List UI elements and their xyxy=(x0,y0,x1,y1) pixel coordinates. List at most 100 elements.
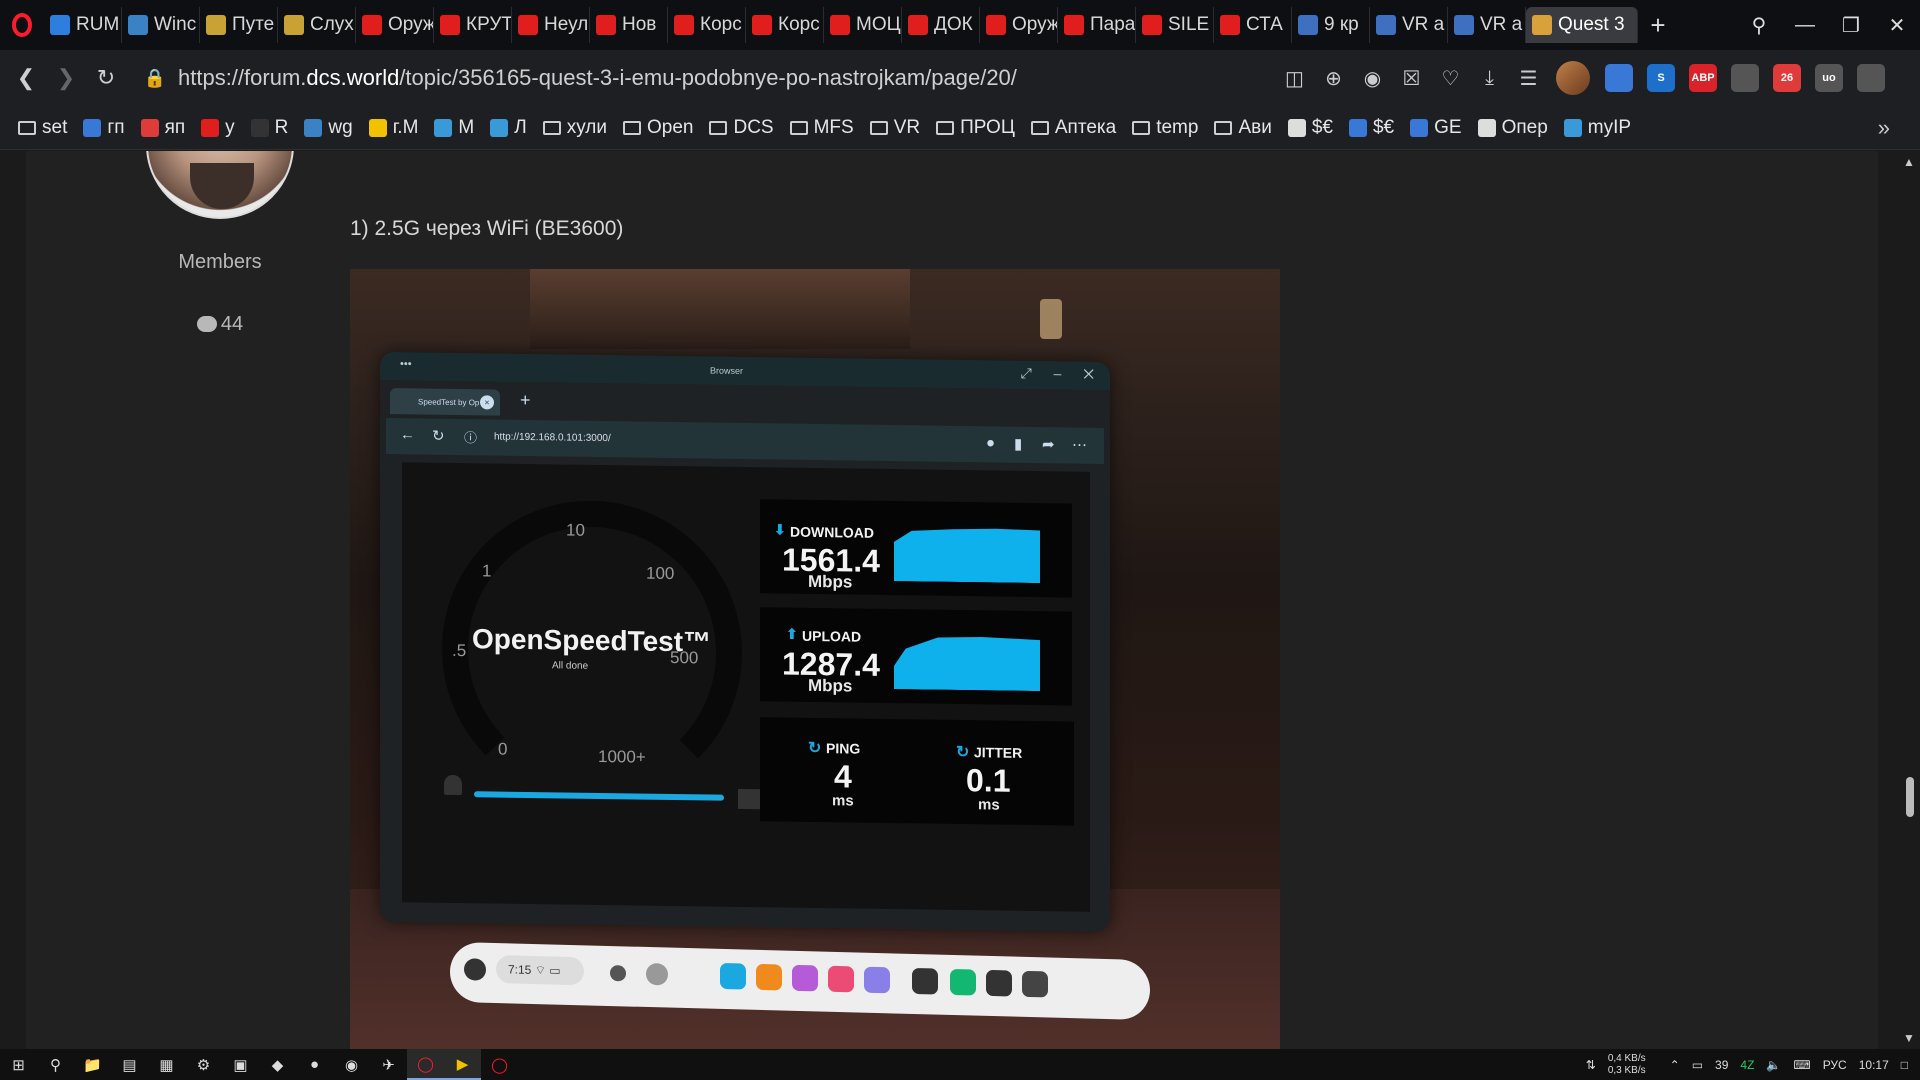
browser-tab[interactable]: Пара xyxy=(1058,7,1136,43)
bookmark-item[interactable]: $€ xyxy=(1287,117,1333,139)
bookmark-item[interactable]: MFS xyxy=(789,117,854,139)
bookmark-item[interactable]: Аптека xyxy=(1030,117,1116,139)
reader-mode-icon[interactable]: ◫ xyxy=(1275,66,1314,91)
extension-icon[interactable] xyxy=(1857,64,1885,92)
bookmarks-more-icon[interactable]: » xyxy=(1878,115,1890,141)
bookmark-item[interactable]: R xyxy=(250,117,288,139)
file-explorer-icon[interactable]: 📁 xyxy=(74,1049,111,1080)
browser-tab[interactable]: Quest 3 xyxy=(1526,7,1638,43)
speedtest-screenshot[interactable]: ••• Browser ⤢ – ✕ SpeedTest by Op × + ← ↻… xyxy=(350,269,1280,1049)
keyboard-icon[interactable]: ⌨ xyxy=(1793,1058,1810,1072)
bookmark-item[interactable]: у xyxy=(201,117,235,139)
snapshot-icon[interactable]: ◉ xyxy=(1353,66,1392,91)
display-icon[interactable]: ▭ xyxy=(1692,1058,1703,1072)
bookmark-item[interactable]: гп xyxy=(83,117,125,139)
extension-icon[interactable] xyxy=(1605,64,1633,92)
bookmark-item[interactable]: set xyxy=(18,117,67,139)
heart-icon[interactable]: ♡ xyxy=(1431,66,1470,91)
browser-tab[interactable]: 9 кр xyxy=(1292,7,1370,43)
search-icon[interactable]: ⚲ xyxy=(37,1049,74,1080)
scroll-up-icon[interactable]: ▲ xyxy=(1903,155,1915,169)
new-tab-button[interactable]: + xyxy=(1638,7,1678,43)
volume-icon[interactable]: 🔈 xyxy=(1766,1058,1781,1072)
browser-tab[interactable]: Корс xyxy=(668,7,746,43)
extension-icon[interactable] xyxy=(1731,64,1759,92)
user-avatar[interactable] xyxy=(146,151,294,219)
download-icon[interactable]: ⤓ xyxy=(1470,67,1509,90)
browser-tab[interactable]: VR a xyxy=(1448,7,1526,43)
bookmark-item[interactable]: г.М xyxy=(368,117,418,139)
scroll-down-icon[interactable]: ▼ xyxy=(1903,1031,1915,1045)
browser-tab[interactable]: Корс xyxy=(746,7,824,43)
browser-tab[interactable]: МОЦ xyxy=(824,7,902,43)
extension-icon[interactable]: S xyxy=(1647,64,1675,92)
bookmark-item[interactable]: Ави xyxy=(1214,117,1272,139)
browser-tab[interactable]: Winc xyxy=(122,7,200,43)
opera-taskbar-icon[interactable]: ◯ xyxy=(407,1049,444,1080)
globe-icon[interactable]: ● xyxy=(296,1049,333,1080)
bookmark-item[interactable]: DCS xyxy=(709,117,774,139)
browser-tab[interactable]: СТА xyxy=(1214,7,1292,43)
notifications-icon[interactable]: □ xyxy=(1901,1058,1908,1072)
browser-tab[interactable]: Слух xyxy=(278,7,356,43)
clock[interactable]: 10:17 xyxy=(1859,1058,1889,1072)
extension-icon[interactable]: ABP xyxy=(1689,64,1717,92)
bookmark-item[interactable]: яп xyxy=(140,117,185,139)
bookmark-item[interactable]: Л xyxy=(490,117,527,139)
bookmark-item[interactable]: wg xyxy=(304,117,353,139)
bookmark-item[interactable]: GE xyxy=(1410,117,1462,139)
browser-tab[interactable]: ДОК xyxy=(902,7,980,43)
zoom-icon[interactable]: ⊕ xyxy=(1314,66,1353,91)
bookmark-item[interactable]: myIP xyxy=(1563,117,1631,139)
bookmark-item[interactable]: $€ xyxy=(1348,117,1394,139)
forward-button[interactable]: ❯ xyxy=(46,65,86,91)
app-icon[interactable]: ◆ xyxy=(259,1049,296,1080)
extension-icon[interactable]: 26 xyxy=(1773,64,1801,92)
lock-icon[interactable]: 🔒 xyxy=(140,68,170,89)
language-indicator[interactable]: РУС xyxy=(1823,1058,1847,1072)
opera-gx-icon[interactable]: ◯ xyxy=(481,1049,518,1080)
browser-tab[interactable]: Оруж xyxy=(980,7,1058,43)
close-button[interactable]: ✕ xyxy=(1874,13,1920,38)
browser-tab[interactable]: КРУТ xyxy=(434,7,512,43)
browser-tab[interactable]: Неул xyxy=(512,7,590,43)
browser-tab[interactable]: Нов xyxy=(590,7,668,43)
reload-button[interactable]: ↻ xyxy=(86,65,126,91)
bookmark-item[interactable]: М xyxy=(434,117,474,139)
gamepad-icon[interactable]: ◉ xyxy=(333,1049,370,1080)
bookmark-item[interactable]: VR xyxy=(869,117,920,139)
bookmark-item[interactable]: Open xyxy=(623,117,693,139)
browser-tab[interactable]: SILE xyxy=(1136,7,1214,43)
bookmark-item[interactable]: Опер xyxy=(1477,117,1548,139)
tab-label: Корс xyxy=(700,14,742,35)
minimize-button[interactable]: — xyxy=(1782,14,1828,37)
browser-tab[interactable]: Оруж xyxy=(356,7,434,43)
bookmark-item[interactable]: ПРОЦ xyxy=(936,117,1015,139)
restore-button[interactable]: ❐ xyxy=(1828,13,1874,38)
easy-setup-icon[interactable]: ☰ xyxy=(1509,66,1548,91)
extension-icon[interactable]: uo xyxy=(1815,64,1843,92)
bookmark-item[interactable]: хули xyxy=(542,117,607,139)
browser-tab[interactable]: RUM xyxy=(44,7,122,43)
back-button[interactable]: ❮ xyxy=(6,65,46,91)
tray-expand-icon[interactable]: ⌃ xyxy=(1670,1058,1680,1072)
notepad-icon[interactable]: ▤ xyxy=(111,1049,148,1080)
media-player-icon[interactable]: ▶ xyxy=(444,1049,481,1080)
profile-avatar[interactable] xyxy=(1556,61,1590,95)
store-icon[interactable]: ▣ xyxy=(222,1049,259,1080)
browser-tab[interactable]: VR a xyxy=(1370,7,1448,43)
ping-label: PING xyxy=(826,740,861,757)
start-button[interactable]: ⊞ xyxy=(0,1049,37,1080)
adblock-shield-icon[interactable]: ☒ xyxy=(1392,66,1431,91)
scrollbar-thumb[interactable] xyxy=(1906,777,1914,817)
opera-menu-button[interactable] xyxy=(0,0,44,50)
bookmark-item[interactable]: temp xyxy=(1132,117,1198,139)
search-tabs-icon[interactable]: ⚲ xyxy=(1736,13,1782,38)
vr-screen-icon xyxy=(912,967,938,995)
page-scrollbar[interactable]: ▲ ▼ xyxy=(1900,151,1920,1049)
plane-icon[interactable]: ✈ xyxy=(370,1049,407,1080)
address-input[interactable]: https://forum.dcs.world/topic/356165-que… xyxy=(178,65,1238,91)
browser-tab[interactable]: Путе xyxy=(200,7,278,43)
calculator-icon[interactable]: ▦ xyxy=(148,1049,185,1080)
tool-icon[interactable]: ⚙ xyxy=(185,1049,222,1080)
